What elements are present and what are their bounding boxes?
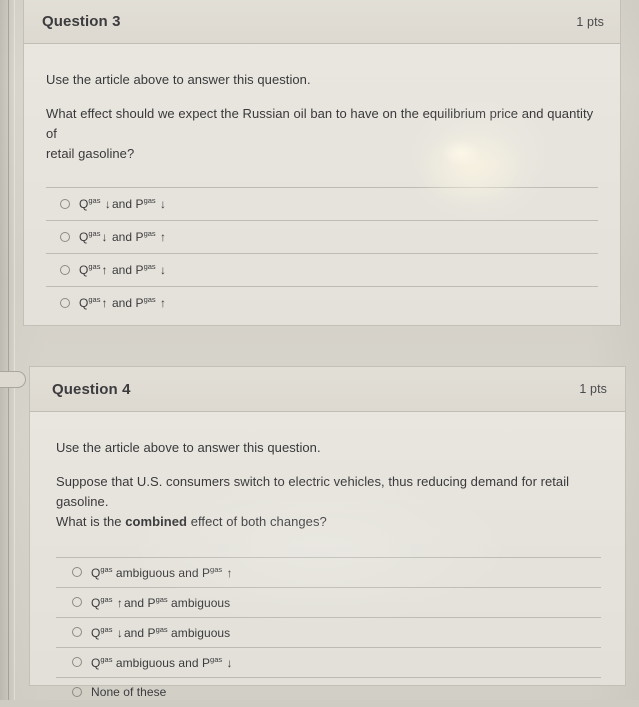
question-3-option-4-label: Qgas↑ and Pgas ↑ [79,295,167,311]
question-3-prompt-line-1: What effect should we expect the Russian… [46,106,594,142]
radio-icon[interactable] [72,687,82,698]
question-3-points: 1 pts [576,14,604,29]
question-4-option-2[interactable]: Qgas ↑and Pgas ambiguous [56,586,601,617]
radio-icon[interactable] [60,297,70,308]
question-3-option-1[interactable]: Qgas ↓and Pgas ↓ [46,186,598,220]
question-card-3: Question 3 1 pts Use the article above t… [23,0,621,326]
page-left-edge-highlight [14,0,15,700]
question-4-option-4-label: Qgas ambiguous and Pgas ↓ [91,654,233,670]
question-4-header: Question 4 1 pts [30,367,625,412]
question-4-option-2-label: Qgas ↑and Pgas ambiguous [91,594,231,610]
radio-icon[interactable] [60,198,70,209]
question-3-option-4[interactable]: Qgas↑ and Pgas ↑ [46,285,598,319]
question-4-prompt-line-2: What is the combined effect of both chan… [56,514,327,530]
question-3-header: Question 3 1 pts [24,0,620,44]
radio-icon[interactable] [72,657,82,668]
question-flag-icon[interactable] [0,371,26,388]
question-4-option-5[interactable]: None of these [56,676,601,707]
question-4-option-4[interactable]: Qgas ambiguous and Pgas ↓ [56,646,601,677]
question-3-prompt-line-2: retail gasoline? [46,146,135,162]
question-3-option-2-label: Qgas↓ and Pgas ↑ [79,229,167,245]
question-4-option-5-label: None of these [91,685,167,700]
question-4-option-1[interactable]: Qgas ambiguous and Pgas ↑ [56,556,601,587]
question-4-title: Question 4 [52,380,131,398]
question-3-options: Qgas ↓and Pgas ↓ Qgas↓ and Pgas ↑ Qgas↑ … [46,186,598,319]
question-4-option-3-label: Qgas ↓and Pgas ambiguous [91,624,231,640]
radio-icon[interactable] [60,264,70,275]
question-4-emphasis: combined [125,514,188,530]
question-4-prompt-line-1: Suppose that U.S. consumers switch to el… [56,474,570,510]
radio-icon[interactable] [72,567,82,578]
question-4-option-3[interactable]: Qgas ↓and Pgas ambiguous [56,616,601,647]
question-3-intro: Use the article above to answer this que… [46,72,311,87]
page-left-edge-line [8,0,9,700]
question-3-title: Question 3 [42,13,121,30]
question-4-option-1-label: Qgas ambiguous and Pgas ↑ [91,564,233,580]
question-4-points: 1 pts [579,382,607,396]
radio-icon[interactable] [60,231,70,242]
question-3-option-3[interactable]: Qgas↑ and Pgas ↓ [46,252,598,286]
question-3-option-3-label: Qgas↑ and Pgas ↓ [79,262,167,278]
question-4-options: Qgas ambiguous and Pgas ↑ Qgas ↑and Pgas… [56,556,601,707]
question-card-4: Question 4 1 pts Use the article above t… [29,366,626,699]
question-3-body: Use the article above to answer this que… [24,44,620,319]
radio-icon[interactable] [72,627,82,638]
question-4-intro: Use the article above to answer this que… [56,440,321,455]
question-4-body: Use the article above to answer this que… [30,412,625,707]
question-3-option-2[interactable]: Qgas↓ and Pgas ↑ [46,219,598,253]
radio-icon[interactable] [72,597,82,608]
question-3-option-1-label: Qgas ↓and Pgas ↓ [79,196,167,212]
